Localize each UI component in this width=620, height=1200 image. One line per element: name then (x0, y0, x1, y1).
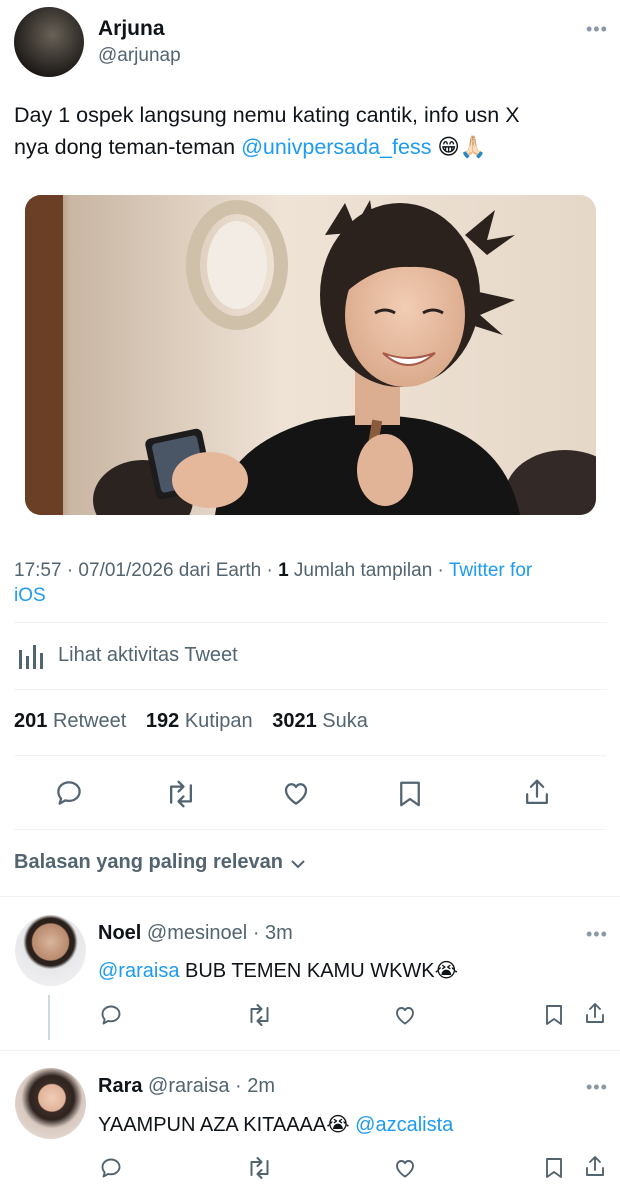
replies-sort-label: Balasan yang paling relevan (14, 851, 283, 873)
tweet-source-part1[interactable]: Twitter for (449, 560, 532, 581)
like-icon[interactable] (281, 778, 311, 808)
tweet-activity-label: Lihat aktivitas Tweet (58, 644, 238, 666)
more-options-icon[interactable]: ••• (586, 1078, 608, 1096)
quotes-stat[interactable]: 192 Kutipan (146, 710, 253, 732)
tweet-photo-illustration (25, 195, 596, 515)
tweet-text: Day 1 ospek langsung nemu kating cantik,… (14, 99, 609, 163)
bookmark-icon[interactable] (543, 1003, 565, 1027)
reply-icon[interactable] (99, 1003, 123, 1027)
tweet-text-line2: nya dong teman-teman @univpersada_fess 😁… (14, 131, 609, 163)
quotes-count: 192 (145, 710, 180, 732)
replies-sort-button[interactable]: Balasan yang paling relevan (14, 851, 307, 874)
reply-emoji: 😭 (326, 1114, 350, 1136)
author-handle[interactable]: @arjunap (98, 45, 181, 67)
tweet-activity-row[interactable]: Lihat aktivitas Tweet (18, 644, 318, 670)
reply-text-body: BUB TEMEN KAMU WKWK (179, 960, 435, 982)
reply-header: Rara @raraisa · 2m (98, 1075, 275, 1098)
share-icon[interactable] (583, 1154, 607, 1180)
tweet-timestamp[interactable]: 17:57 · 07/01/2026 dari Earth · (14, 560, 278, 581)
divider (14, 689, 606, 690)
reply-header: Noel @mesinoel · 3m (98, 922, 293, 945)
views-label: Jumlah tampilan · (288, 560, 449, 581)
tweet-meta: 17:57 · 07/01/2026 dari Earth · 1 Jumlah… (14, 558, 604, 608)
reply-icon[interactable] (54, 778, 84, 808)
retweet-icon[interactable] (246, 1156, 273, 1180)
reply-text: YAAMPUN AZA KITAAAA😭 @azcalista (98, 1112, 453, 1137)
more-options-icon[interactable]: ••• (586, 20, 608, 38)
views-count: 1 (278, 560, 289, 581)
reply-mention[interactable]: @raraisa (98, 960, 179, 982)
reply-avatar[interactable] (15, 915, 86, 986)
tweet-mention[interactable]: @univpersada_fess (241, 135, 431, 159)
reply-thread-line (48, 995, 50, 1040)
reply-author-name[interactable]: Rara (98, 1075, 142, 1097)
share-icon[interactable] (583, 1001, 607, 1027)
quotes-label: Kutipan (184, 710, 253, 732)
divider (14, 755, 606, 756)
divider (14, 622, 606, 623)
like-icon[interactable] (393, 1156, 417, 1180)
retweets-count: 201 (14, 710, 48, 732)
author-name[interactable]: Arjuna (98, 17, 165, 41)
divider (0, 896, 620, 897)
reply-author-handle[interactable]: @raraisa (148, 1075, 229, 1097)
reply-avatar[interactable] (15, 1068, 86, 1139)
reply-mention[interactable]: @azcalista (350, 1114, 453, 1136)
divider (14, 829, 606, 830)
likes-stat[interactable]: 3021 Suka (272, 710, 368, 732)
tweet-text-line1: Day 1 ospek langsung nemu kating cantik,… (14, 103, 520, 127)
reply-author-name[interactable]: Noel (98, 922, 141, 944)
likes-label: Suka (322, 710, 368, 732)
reply-emoji: 😭 (434, 960, 459, 982)
author-avatar[interactable] (14, 7, 84, 77)
retweet-icon[interactable] (246, 1003, 273, 1027)
tweet-emoji: 😁🙏🏻 (437, 135, 487, 159)
reply-icon[interactable] (99, 1156, 123, 1180)
analytics-icon (18, 644, 46, 670)
share-icon[interactable] (522, 777, 552, 809)
likes-count: 3021 (272, 710, 317, 732)
reply-text-body: YAAMPUN AZA KITAAAA (98, 1114, 327, 1136)
bookmark-icon[interactable] (543, 1156, 565, 1180)
retweet-icon[interactable] (165, 779, 197, 809)
chevron-down-icon (289, 855, 307, 873)
reply-time: · 3m (252, 922, 293, 944)
tweet-source-part2[interactable]: iOS (14, 585, 46, 606)
reply-author-handle[interactable]: @mesinoel (147, 922, 247, 944)
reply-text: @raraisa BUB TEMEN KAMU WKWK😭 (98, 958, 458, 983)
tweet-text-line2-prefix: nya dong teman-teman (14, 135, 242, 159)
retweets-stat[interactable]: 201 Retweet (14, 710, 126, 732)
retweets-label: Retweet (52, 710, 127, 732)
tweet-photo[interactable] (25, 195, 596, 515)
bookmark-icon[interactable] (396, 779, 424, 809)
divider (0, 1050, 620, 1051)
like-icon[interactable] (393, 1003, 417, 1027)
more-options-icon[interactable]: ••• (586, 925, 608, 943)
reply-time: · 2m (235, 1075, 276, 1097)
tweet-stats: 201 Retweet 192 Kutipan 3021 Suka (14, 710, 368, 733)
